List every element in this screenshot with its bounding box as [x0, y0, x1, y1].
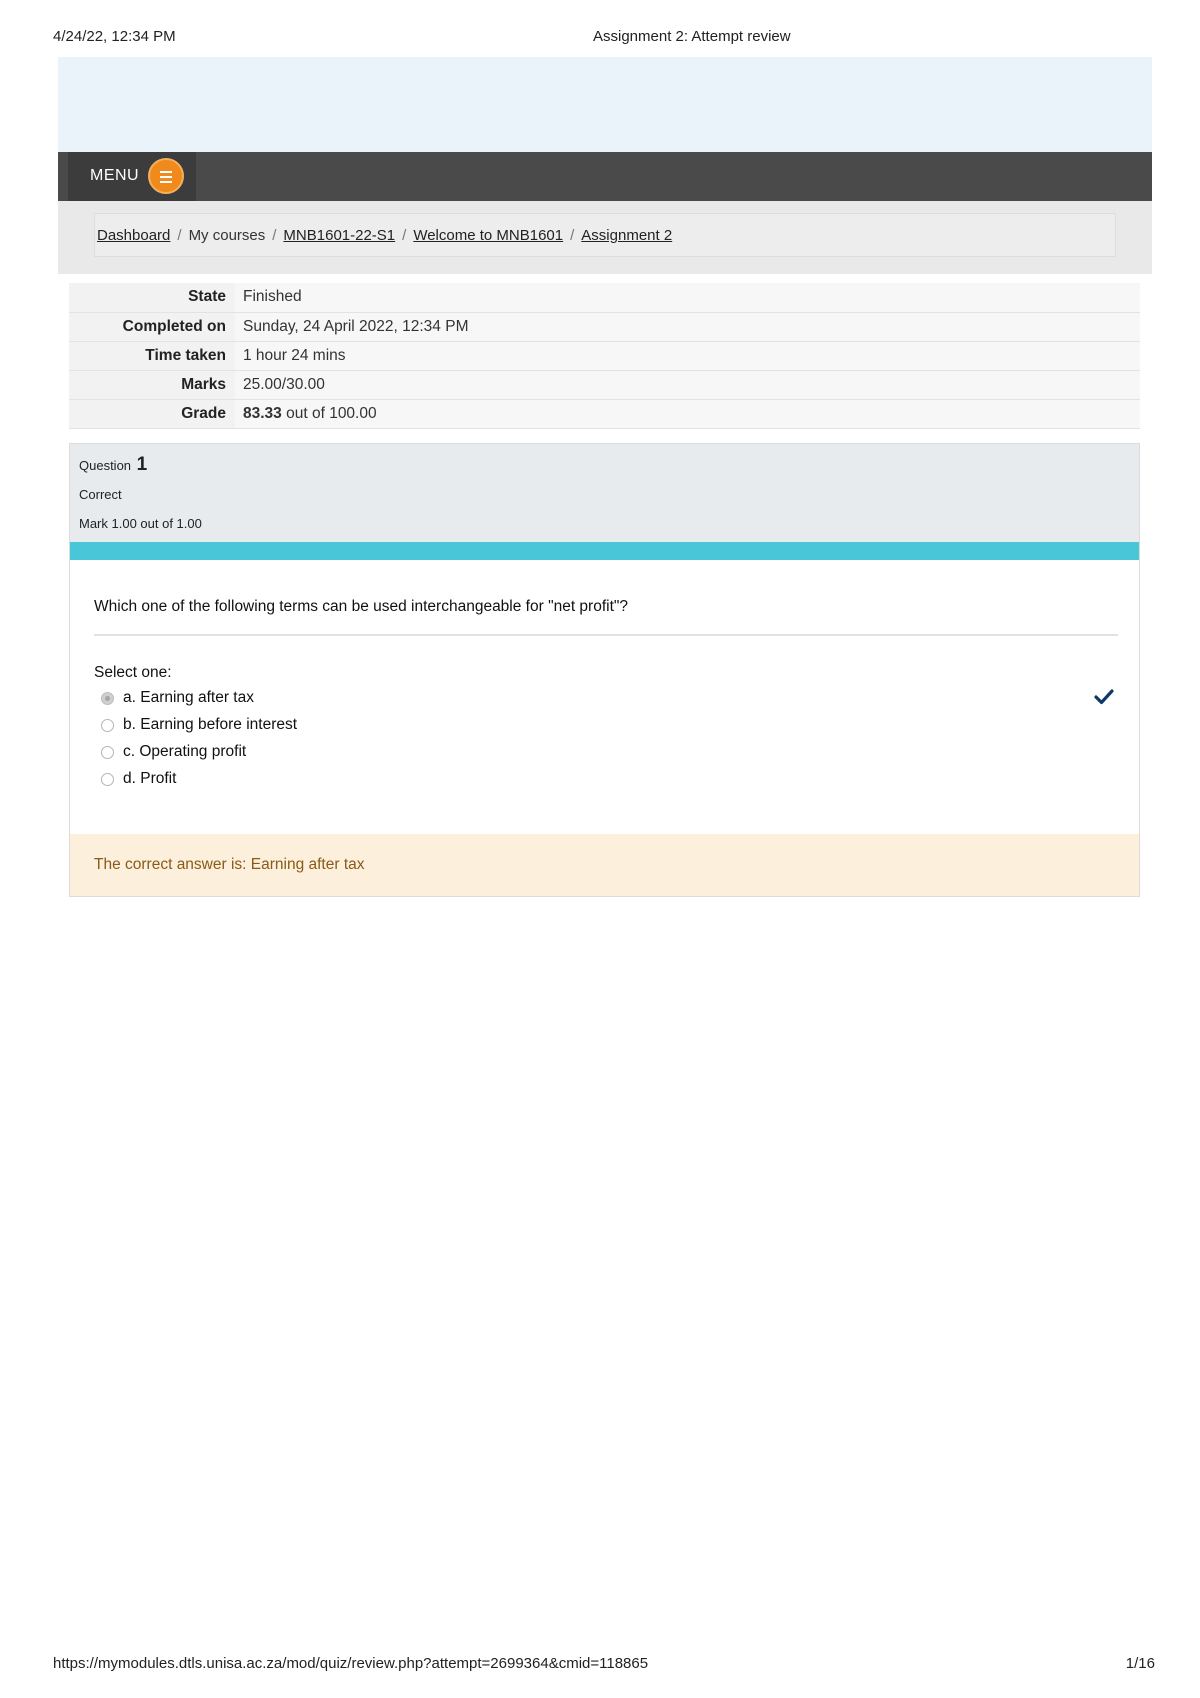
- breadcrumb-my-courses: My courses: [188, 227, 266, 244]
- summary-row-time-taken: Time taken 1 hour 24 mins: [69, 341, 1140, 371]
- menu-toggle[interactable]: MENU: [68, 152, 196, 201]
- breadcrumb-area: Dashboard / My courses / MNB1601-22-S1 / Welco…: [58, 201, 1152, 274]
- divider: [94, 634, 1118, 636]
- question-feedback: The correct answer is: Earning after tax: [70, 834, 1139, 896]
- summary-row-grade: Grade 83.33 out of 100.00: [69, 399, 1140, 429]
- print-page-number: 1/16: [1125, 1655, 1155, 1672]
- question-block: Question 1 Correct Mark 1.00 out of 1.00…: [69, 443, 1140, 897]
- answer-label: b. Earning before interest: [123, 716, 298, 733]
- question-grade: Mark 1.00 out of 1.00: [79, 516, 202, 531]
- summary-label: Time taken: [69, 341, 235, 371]
- breadcrumb-assignment[interactable]: Assignment 2: [581, 227, 672, 244]
- breadcrumb: Dashboard / My courses / MNB1601-22-S1 / Welco…: [94, 213, 1116, 257]
- breadcrumb-separator: /: [177, 227, 182, 244]
- breadcrumb-dashboard[interactable]: Dashboard: [97, 227, 170, 244]
- summary-label: Grade: [69, 399, 235, 429]
- hamburger-icon[interactable]: [148, 158, 184, 194]
- summary-value: 25.00/30.00: [235, 370, 1140, 400]
- summary-row-completed-on: Completed on Sunday, 24 April 2022, 12:3…: [69, 312, 1140, 342]
- summary-value: Finished: [235, 283, 1140, 313]
- question-text: Which one of the following terms can be …: [94, 598, 629, 615]
- select-one-prompt: Select one:: [94, 664, 172, 681]
- print-page-title: Assignment 2: Attempt review: [593, 28, 791, 45]
- radio-button[interactable]: [101, 719, 114, 732]
- site-banner: [58, 57, 1152, 152]
- menu-label: MENU: [90, 167, 140, 184]
- print-datetime: 4/24/22, 12:34 PM: [53, 28, 176, 45]
- breadcrumb-separator: /: [402, 227, 407, 244]
- breadcrumb-separator: /: [570, 227, 575, 244]
- radio-button[interactable]: [101, 692, 114, 705]
- summary-label: Marks: [69, 370, 235, 400]
- summary-value: 1 hour 24 mins: [235, 341, 1140, 371]
- correct-answer-text: The correct answer is: Earning after tax: [94, 856, 365, 873]
- question-info: Question 1 Correct Mark 1.00 out of 1.00: [70, 444, 1139, 542]
- breadcrumb-section[interactable]: Welcome to MNB1601: [413, 227, 563, 244]
- grade-score: 83.33: [243, 404, 282, 422]
- summary-value: Sunday, 24 April 2022, 12:34 PM: [235, 312, 1140, 342]
- radio-button[interactable]: [101, 773, 114, 786]
- breadcrumb-course[interactable]: MNB1601-22-S1: [283, 227, 395, 244]
- question-number: 1: [136, 454, 148, 475]
- summary-label: Completed on: [69, 312, 235, 342]
- grade-rest: out of 100.00: [286, 404, 377, 422]
- question-content: Which one of the following terms can be …: [71, 560, 1138, 835]
- breadcrumb-separator: /: [272, 227, 277, 244]
- summary-label: State: [69, 283, 235, 313]
- summary-value: 83.33 out of 100.00: [235, 399, 1140, 429]
- answer-label: d. Profit: [123, 770, 177, 787]
- question-accent-bar: [70, 542, 1139, 560]
- radio-button[interactable]: [101, 746, 114, 759]
- question-title: Question 1: [79, 454, 148, 475]
- summary-row-state: State Finished: [69, 283, 1140, 313]
- answer-label: c. Operating profit: [123, 743, 247, 760]
- attempt-summary-table: State Finished Completed on Sunday, 24 A…: [69, 283, 1140, 429]
- print-url: https://mymodules.dtls.unisa.ac.za/mod/q…: [53, 1655, 649, 1672]
- top-navbar: MENU: [58, 152, 1152, 201]
- question-state: Correct: [79, 487, 122, 502]
- summary-row-marks: Marks 25.00/30.00: [69, 370, 1140, 400]
- checkmark-icon: [1094, 689, 1114, 705]
- answer-label: a. Earning after tax: [123, 689, 254, 706]
